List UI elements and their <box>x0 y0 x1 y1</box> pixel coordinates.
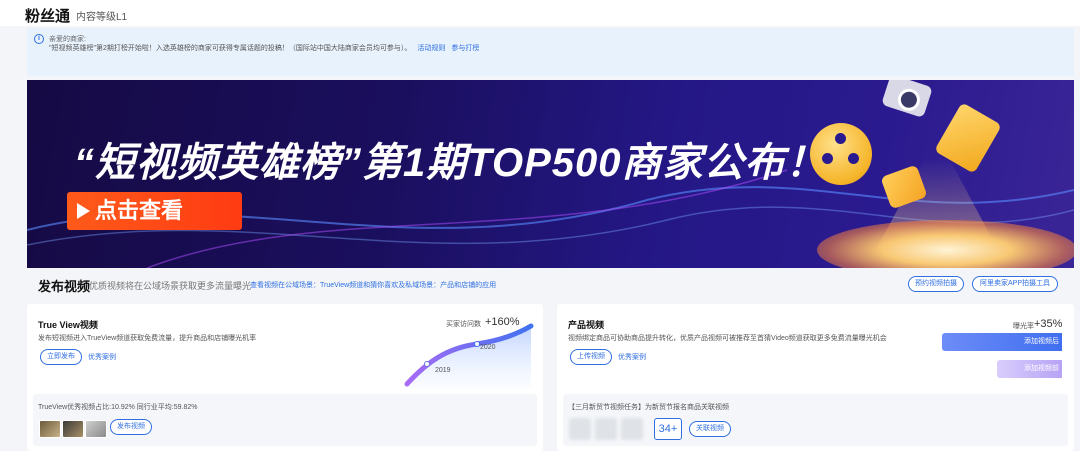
trueview-title: True View视频 <box>38 320 98 330</box>
link-video-button[interactable]: 关联视频 <box>689 421 731 437</box>
promo-banner[interactable]: “短视频英雄榜”第1期TOP500商家公布！ 点击查看 <box>27 80 1074 268</box>
banner-title: “短视频英雄榜”第1期TOP500商家公布！ <box>74 141 827 185</box>
video-thumbnail[interactable] <box>62 420 84 438</box>
product-cases-link[interactable]: 优秀案例 <box>618 352 646 362</box>
publish-now-button[interactable]: 立即发布 <box>40 349 82 365</box>
product-video-title: 产品视频 <box>568 320 605 330</box>
top-header: 粉丝通 内容等级L1 <box>0 0 1080 26</box>
content-level: 内容等级L1 <box>76 12 128 23</box>
view-now-button[interactable]: 点击查看 <box>67 192 242 230</box>
view-now-label: 点击查看 <box>95 198 184 223</box>
video-scenes-link[interactable]: 查看视频在公域场景：TrueView频道和猜你喜欢及私域场景：产品和店铺的应用 <box>250 280 496 290</box>
play-icon <box>77 203 90 219</box>
video-thumbnail[interactable] <box>85 420 107 438</box>
trueview-card: True View视频 发布短视频进入TrueView频道获取免费流量，提升商品… <box>27 304 543 451</box>
seller-app-tool-button[interactable]: 阿里卖家APP拍摄工具 <box>972 276 1058 292</box>
after-video-bar: 添加视频后 <box>942 333 1062 351</box>
info-icon: i <box>34 34 44 44</box>
product-thumbnail <box>595 418 617 440</box>
year-end-label: 2020 <box>480 344 496 351</box>
trueview-cases-link[interactable]: 优秀案例 <box>88 352 116 362</box>
task-panel: 【三月新贸节视频任务】为新贸节报名商品关联视频 34+ 关联视频 <box>563 394 1068 446</box>
trueview-stats: TrueView优秀视频占比:10.92% 同行业平均:59.82% <box>38 404 198 411</box>
brand-title: 粉丝通 <box>25 8 71 25</box>
publish-video-button[interactable]: 发布视频 <box>110 419 152 435</box>
notice-text: "短视频英雄榜"第2期打榜开始啦！入选英雄榜的商家可获得专属话题的投稿！（国际站… <box>49 45 412 52</box>
section-title: 发布视频 <box>38 279 91 294</box>
book-shoot-button[interactable]: 预约视频拍摄 <box>908 276 964 292</box>
upload-video-button[interactable]: 上传视频 <box>570 349 612 365</box>
product-video-card: 产品视频 视频绑定商品可协助商品提升转化，优质产品视频可被推荐至首猜Video频… <box>557 304 1074 451</box>
product-thumbnail <box>569 418 591 440</box>
product-video-description: 视频绑定商品可协助商品提升转化，优质产品视频可被推荐至首猜Video频道获取更多… <box>568 335 887 342</box>
year-start-label: 2019 <box>435 367 451 374</box>
trueview-description: 发布短视频进入TrueView频道获取免费流量，提升商品和店铺曝光机率 <box>38 335 257 342</box>
notice-message: "短视频英雄榜"第2期打榜开始啦！入选英雄榜的商家可获得专属话题的投稿！（国际站… <box>49 43 479 53</box>
exposure-metric-value: +35% <box>1034 318 1063 330</box>
task-text: 【三月新贸节视频任务】为新贸节报名商品关联视频 <box>568 404 729 411</box>
activity-rules-link[interactable]: 活动规则 <box>417 45 445 52</box>
notice-bar: i 亲爱的商家: "短视频英雄榜"第2期打榜开始啦！入选英雄榜的商家可获得专属话… <box>27 28 1074 76</box>
product-thumbnail <box>621 418 643 440</box>
join-ranking-link[interactable]: 参与打榜 <box>451 45 479 52</box>
before-video-bar: 添加视频前 <box>997 360 1062 378</box>
trueview-stats-panel: TrueView优秀视频占比:10.92% 同行业平均:59.82% 发布视频 <box>33 394 537 446</box>
growth-curve-graphic <box>404 323 534 388</box>
exposure-metric-label: 曝光率 <box>1013 323 1034 330</box>
section-description: 优质视频将在公域场景获取更多流量曝光 <box>89 281 252 291</box>
product-count-badge[interactable]: 34+ <box>654 418 682 440</box>
video-thumbnail[interactable] <box>39 420 61 438</box>
